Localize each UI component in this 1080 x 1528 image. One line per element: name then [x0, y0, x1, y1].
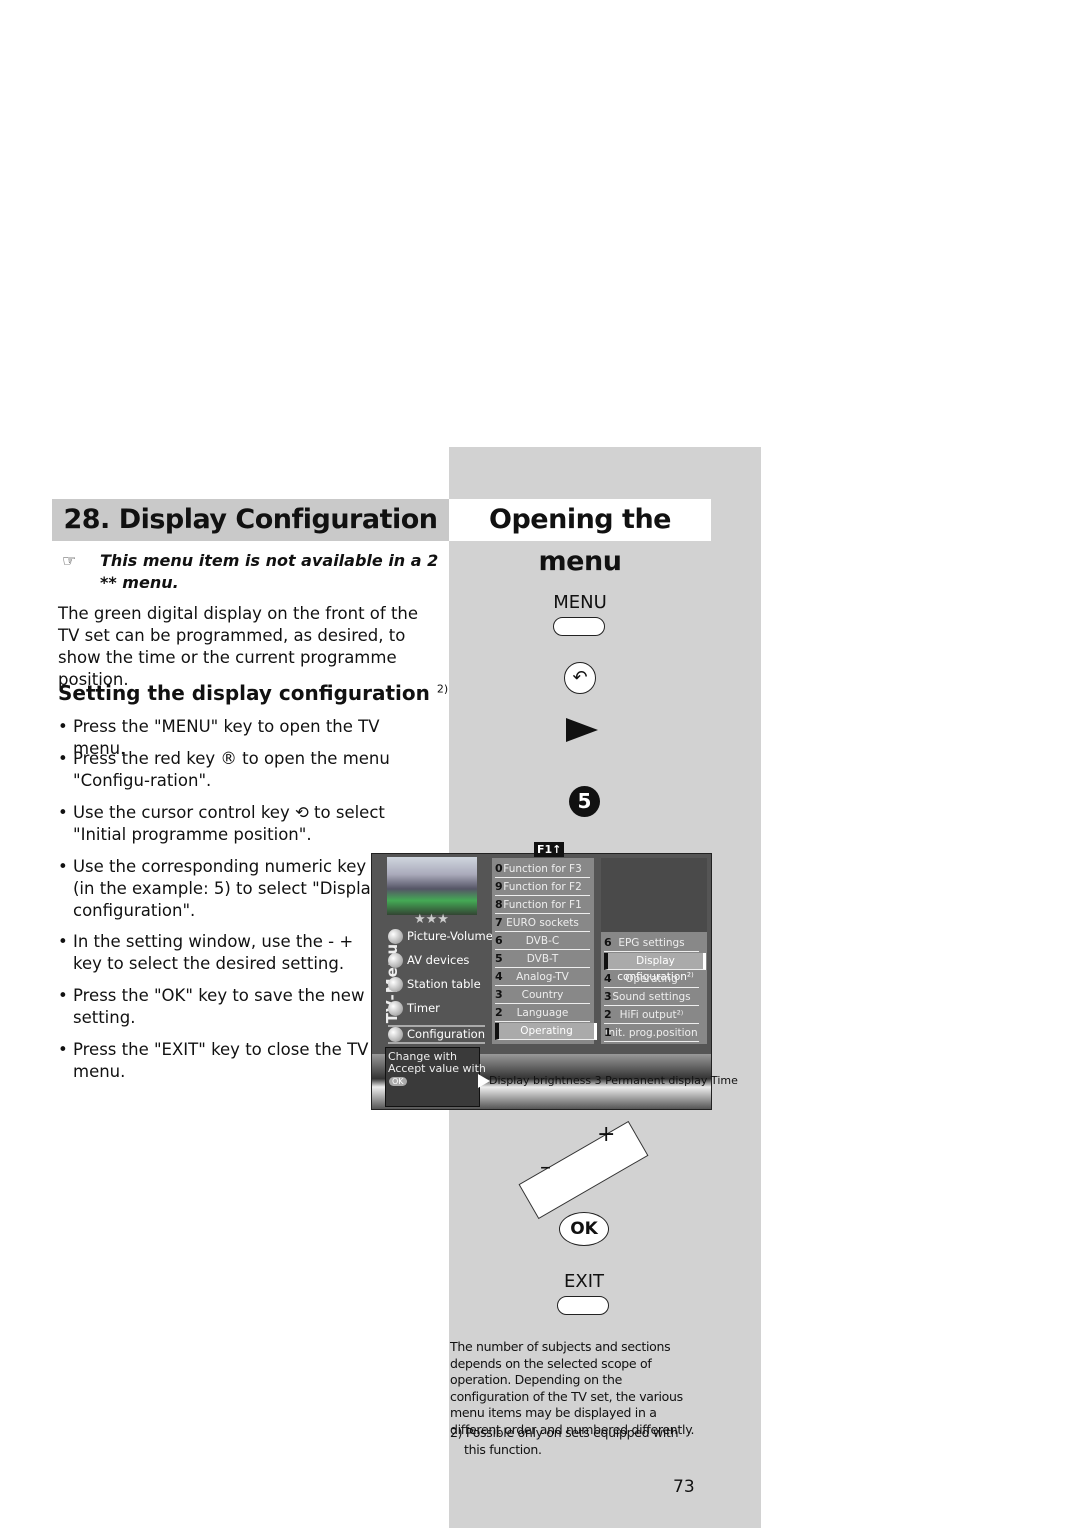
submenu-item[interactable]: 3 Country: [495, 987, 590, 1004]
step: • Use the corresponding numeric key (in …: [58, 857, 381, 920]
footnote-ref: 2): [436, 682, 449, 696]
item-label: Operating: [520, 1025, 573, 1037]
right-arrow-key-icon[interactable]: [566, 718, 598, 742]
exit-key[interactable]: [557, 1296, 609, 1315]
item-number: 5: [495, 952, 503, 965]
section-title: 28. Display Configuration: [52, 499, 449, 541]
item-number: 3: [604, 990, 612, 1003]
item-label: HiFi output²⁾: [619, 1009, 684, 1021]
submenu-item[interactable]: 2 Language: [495, 1005, 590, 1022]
pointing-hand-icon: ☞: [62, 551, 77, 570]
item-number: 6: [604, 936, 612, 949]
item-label: Init. prog.position: [605, 1027, 698, 1039]
stars: ★★★: [414, 912, 449, 927]
submenu-item[interactable]: 0 Function for F3: [495, 861, 590, 878]
item-label: Function for F3: [503, 863, 582, 875]
item-label: Analog-TV: [516, 971, 569, 983]
tv-menu-screenshot: ★★★ TV-Menu Picture-Volume AV devices St…: [371, 842, 738, 1110]
plus-icon: +: [597, 1122, 616, 1147]
help-box: Change with Accept value with OK: [385, 1047, 486, 1107]
item-number: 6: [495, 934, 503, 947]
item-number: 1: [604, 1026, 612, 1039]
item-number: 4: [495, 970, 503, 983]
submenu-item[interactable]: Operating: [495, 1023, 597, 1040]
cursor-control-key-icon[interactable]: ↶: [564, 662, 596, 694]
submenu-item[interactable]: 8 Function for F1: [495, 897, 590, 914]
submenu-item[interactable]: 5 DVB-T: [495, 951, 590, 968]
status-text: Display brightness 3 Permanent display T…: [489, 1074, 738, 1087]
menu-item-picture-volume[interactable]: Picture-Volume: [388, 929, 493, 944]
submenu-item[interactable]: 6 EPG settings: [604, 935, 699, 952]
step: • In the setting window, use the - + key…: [58, 932, 354, 973]
menu-key-label: MENU: [553, 592, 607, 613]
subheading-text: Setting the display configuration: [58, 681, 430, 705]
item-label: Sound settings: [612, 991, 691, 1003]
menu-item-station-table[interactable]: Station table: [388, 977, 481, 992]
preview-image: [387, 857, 477, 915]
item-label: Function for F2: [503, 881, 582, 893]
subheading: Setting the display configuration 2): [58, 681, 448, 705]
step: • Press the "EXIT" key to close the TV m…: [58, 1040, 369, 1081]
exit-key-label: EXIT: [563, 1271, 604, 1292]
item-number: 9: [495, 880, 503, 893]
f1-indicator: F1↑: [534, 842, 565, 857]
menu-item-configuration[interactable]: Configuration: [388, 1025, 485, 1044]
footnote-2: 2) Possible only on sets equipped with t…: [450, 1425, 679, 1457]
item-number: 8: [495, 898, 503, 911]
menu-key[interactable]: [553, 617, 605, 636]
item-number: 3: [495, 988, 503, 1001]
item-label: EPG settings: [618, 937, 685, 949]
step: • Press the "OK" key to save the new set…: [58, 986, 365, 1027]
numeric-key-5[interactable]: 5: [569, 786, 600, 817]
footnote-main: The number of subjects and sections depe…: [450, 1339, 695, 1437]
menu-item-av-devices[interactable]: AV devices: [388, 953, 469, 968]
submenu-panel: 0 Function for F3 9 Function for F2 8 Functio…: [492, 858, 597, 1044]
submenu-item[interactable]: 4 Operating: [604, 971, 699, 988]
item-label: Function for F1: [503, 899, 582, 911]
submenu-item[interactable]: 6 DVB-C: [495, 933, 590, 950]
item-label: EURO sockets: [506, 917, 579, 929]
submenu-panel-right: 6 EPG settings Display configuration²⁾ 4 Ope…: [601, 932, 707, 1044]
item-number: 0: [495, 862, 503, 875]
minus-icon: –: [540, 1155, 551, 1180]
step: • Use the cursor control key ⟲ to select…: [58, 803, 385, 844]
submenu-item[interactable]: 1 Init. prog.position: [604, 1025, 699, 1042]
ok-key-icon: OK: [389, 1077, 407, 1086]
step: • Press the red key ® to open the menu "…: [58, 749, 390, 790]
item-label: DVB-T: [526, 953, 559, 965]
intro-paragraph: The green digital display on the front o…: [58, 604, 419, 689]
submenu-item[interactable]: 2 HiFi output²⁾: [604, 1007, 699, 1024]
empty-panel: [601, 858, 707, 932]
item-label: DVB-C: [525, 935, 560, 947]
item-label: Country: [521, 989, 564, 1001]
help-accept: Accept value with: [388, 1062, 486, 1075]
item-number: 2: [495, 1006, 503, 1019]
page-number: 73: [673, 1477, 695, 1497]
item-number: 4: [604, 972, 612, 985]
submenu-item[interactable]: Display configuration²⁾: [604, 953, 706, 983]
note-text: This menu item is not available in a 2 *…: [100, 551, 439, 592]
side-title: Opening the menu: [449, 499, 711, 577]
item-number: 7: [495, 916, 503, 929]
ok-key[interactable]: OK: [559, 1212, 609, 1246]
submenu-item[interactable]: 4 Analog-TV: [495, 969, 590, 986]
submenu-item[interactable]: 3 Sound settings: [604, 989, 699, 1006]
submenu-item[interactable]: 9 Function for F2: [495, 879, 590, 896]
menu-item-timer[interactable]: Timer: [388, 1001, 440, 1016]
item-number: 2: [604, 1008, 612, 1021]
item-label: Language: [516, 1007, 569, 1019]
submenu-item[interactable]: 7 EURO sockets: [495, 915, 590, 932]
item-label: Operating: [625, 973, 678, 985]
